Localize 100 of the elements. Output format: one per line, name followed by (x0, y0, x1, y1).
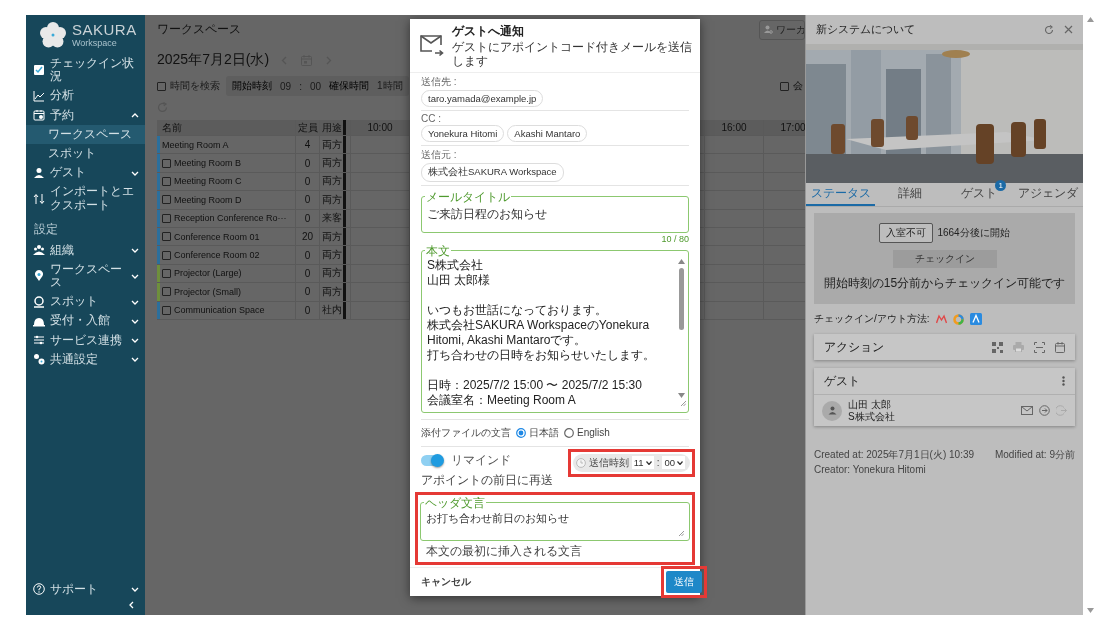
metadata-text: Created at: 2025年7月1日(火) 10:39 (814, 448, 975, 462)
check-out-button[interactable] (1056, 405, 1067, 416)
checkbox[interactable] (162, 195, 171, 205)
checkbox[interactable] (162, 287, 171, 297)
cancel-button[interactable]: キャンセル (421, 574, 471, 589)
metadata-text: Modified at: 9分前 (994, 448, 1075, 462)
scroll-up-icon[interactable] (1086, 17, 1094, 22)
checkbox[interactable] (162, 305, 171, 315)
person-icon (827, 406, 837, 415)
sidebar-item[interactable]: ゲスト (26, 163, 145, 183)
more-vertical-icon (1062, 376, 1065, 386)
checkbox[interactable] (162, 158, 171, 168)
checkbox-label: 時間を検索 (170, 79, 220, 93)
field-label: 添付ファイルの文言 (421, 425, 511, 440)
dialog-title: ゲストへ通知 (452, 23, 525, 40)
check-in-methods-label: チェックイン/アウト方法: (814, 312, 930, 326)
sidebar-item[interactable]: スポット (26, 143, 145, 164)
calendar-button[interactable] (1055, 341, 1065, 353)
gears-icon (33, 353, 45, 366)
sidebar-item[interactable]: 共通設定 (26, 349, 145, 369)
sidebar-item[interactable]: 組織 (26, 240, 145, 260)
qr-code-button[interactable] (992, 341, 1003, 353)
check-in-note: 開始時刻の15分前からチェックイン可能です (823, 275, 1066, 292)
scroll-down-icon[interactable] (1086, 608, 1094, 613)
more-button[interactable] (1062, 376, 1065, 386)
sidebar-item[interactable]: ワークスペース (26, 124, 145, 144)
field-label: 送信元 : (421, 147, 458, 162)
sidebar-item[interactable]: インポートとエクスポート (26, 182, 145, 215)
mail-icon (1021, 406, 1033, 415)
sidebar-item[interactable]: チェックイン状況 (26, 54, 145, 87)
checkbox[interactable] (162, 250, 171, 260)
time-separator: : (299, 80, 302, 92)
mail-title-field[interactable]: メールタイトル ご来訪日程のお知らせ (421, 190, 689, 233)
collapse-icon[interactable] (128, 601, 135, 609)
body-scrollbar[interactable] (677, 256, 686, 408)
field-label: 開始時刻 (232, 79, 272, 93)
sliders-icon (33, 334, 45, 347)
sidebar-item[interactable]: サービス連携 (26, 330, 145, 350)
flower-logo-icon (40, 21, 66, 48)
scan-button[interactable] (1034, 341, 1045, 353)
person-icon (33, 166, 45, 179)
card-title: アクション (824, 338, 885, 356)
scrollbar[interactable] (1085, 15, 1095, 615)
hour-select[interactable]: 11 (631, 456, 654, 470)
arrow-in-circle-icon (1039, 405, 1050, 416)
table-cell: 0 (295, 154, 319, 172)
start-countdown: 1664分後に開始 (937, 226, 1010, 240)
print-button[interactable] (1013, 342, 1024, 352)
checkbox[interactable] (162, 268, 171, 278)
sidebar-item[interactable]: ワークスペース (26, 259, 145, 293)
resize-grip-icon (681, 400, 686, 406)
sidebar-item[interactable]: サポート (26, 579, 145, 599)
sidebar-item[interactable]: 受付・入館 (26, 311, 145, 331)
column-header: 名前 (161, 120, 183, 135)
close-button[interactable] (1064, 25, 1073, 34)
chevron-icon (131, 317, 139, 326)
recipient-chip[interactable]: 株式会社SAKURA Workspace (421, 162, 564, 182)
body-field[interactable]: 本文 S株式会社 山田 太郎様 いつもお世話になっております。 株式会社SAKURA WorkspaceのYonekura Hitomi, Akashi Mantaroです。 打ち合わせの日時をお知らせいたします。 日時：2025/7/2 15:00 〜 2025/7/2 15:30 会議室名：Meeting Room A (421, 244, 689, 413)
checkbox[interactable] (162, 213, 171, 223)
time-separator: : (656, 457, 660, 469)
checkbox[interactable] (780, 81, 789, 91)
header-text-field[interactable]: ヘッダ文言 お打ち合わせ前日のお知らせ (420, 496, 690, 541)
resize-grip-icon (679, 530, 684, 536)
chevron-icon (131, 272, 139, 281)
sidebar-item[interactable]: 分析 (26, 86, 145, 106)
send-button[interactable]: 送信 (666, 570, 702, 593)
bell-dome-icon (33, 315, 45, 328)
recipient-chip[interactable]: Yonekura Hitomi (421, 124, 505, 142)
minute-select[interactable]: 00 (662, 456, 685, 470)
tab[interactable]: 詳細 (875, 183, 945, 206)
check-in-button[interactable] (1039, 405, 1050, 416)
clock-icon (575, 457, 586, 468)
printer-icon (1013, 342, 1024, 352)
remind-toggle[interactable] (421, 454, 443, 466)
mail-button[interactable] (1021, 406, 1033, 415)
refresh-icon (1044, 24, 1054, 35)
logo-text: SAKURA (72, 21, 137, 38)
checkbox[interactable] (157, 81, 166, 91)
sidebar-item[interactable]: 予約 (26, 105, 145, 125)
recipient-chip[interactable]: taro.yamada@example.jp (421, 89, 544, 107)
section-heading: 設定 (33, 220, 59, 238)
checkbox[interactable] (162, 232, 171, 242)
field-label: 確保時間 (329, 79, 370, 93)
checkbox[interactable] (162, 176, 171, 186)
helper-text: 本文の最初に挿入される文言 (425, 542, 583, 560)
radio-option[interactable]: 日本語 (516, 425, 559, 440)
table-cell: 0 (295, 283, 319, 301)
recipient-chip[interactable]: Akashi Mantaro (507, 124, 588, 142)
checkbox-label: 会 (793, 79, 803, 93)
tab[interactable]: アジェンダ (1013, 183, 1083, 206)
count-badge: 1 (995, 180, 1007, 191)
exit-icon (1056, 405, 1067, 416)
sidebar-item[interactable]: スポット (26, 292, 145, 312)
help-icon (33, 583, 45, 596)
card-title: ゲスト (824, 372, 861, 390)
table-cell: 0 (295, 246, 319, 264)
radio-option[interactable]: English (564, 427, 610, 439)
location-pin-icon (33, 270, 45, 283)
guest-name: 山田 太郎 (848, 399, 892, 411)
refresh-button[interactable] (1044, 24, 1054, 35)
